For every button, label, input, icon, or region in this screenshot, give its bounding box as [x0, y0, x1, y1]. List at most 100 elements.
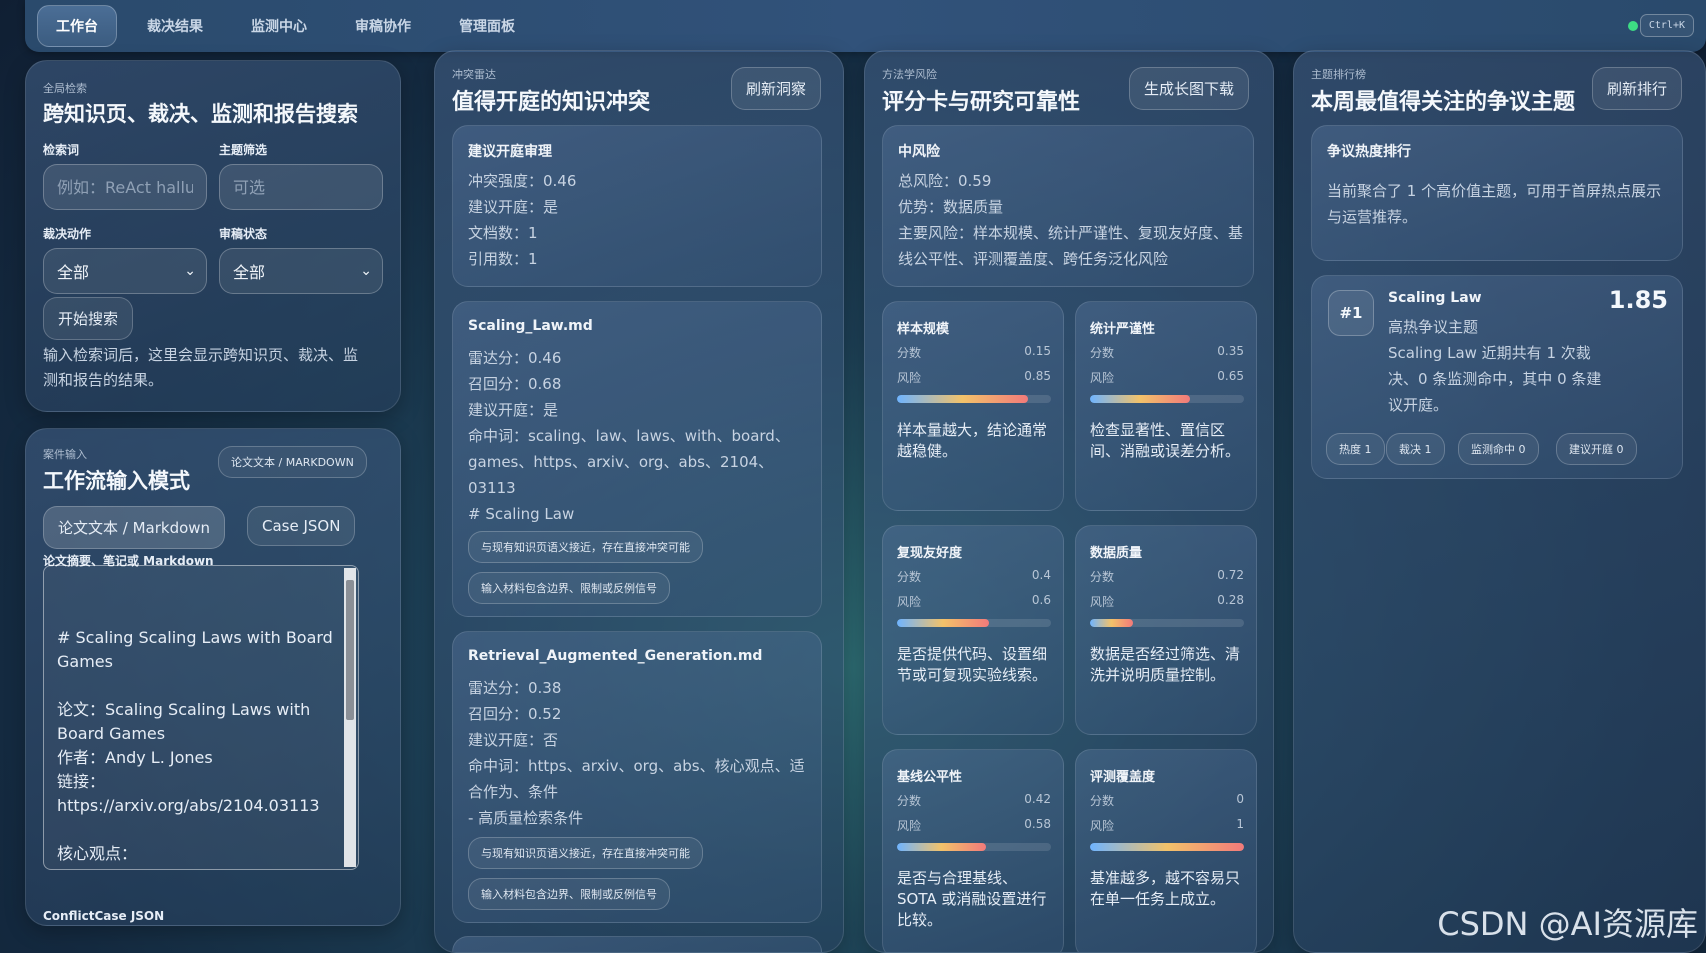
ranking-intro-card: 争议热度排行 当前聚合了 1 个高价值主题，可用于首屏热点展示与运营推荐。 [1311, 125, 1683, 261]
ranking-intro-title: 争议热度排行 [1327, 144, 1411, 160]
metric-risk-bar [897, 395, 1051, 403]
watermark: CSDN @AI资源库 [1437, 905, 1698, 943]
metric-risk-row: 风险 0.6 [897, 593, 1051, 610]
conflict-item-excerpt: - 高质量检索条件 [468, 809, 584, 827]
metric-risk-bar-fill [1090, 395, 1191, 403]
metric-name: 评测覆盖度 [1090, 770, 1156, 785]
topic-ranking-panel: 主题排行榜 本周最值得关注的争议主题 刷新排行 争议热度排行 当前聚合了 1 个… [1293, 50, 1706, 953]
metric-score-value: 0.4 [1031, 568, 1051, 582]
metric-card: 数据质量 分数 0.72 风险 0.28 数据是否经过筛选、清洗并说明质量控制。 [1075, 525, 1257, 735]
metric-score-row: 分数 0 [1090, 792, 1244, 809]
conflict-item-line: 建议开庭：是 [468, 401, 559, 419]
editor-scroll-thumb[interactable] [346, 580, 354, 720]
mode-markdown-button[interactable]: 论文文本 / Markdown [43, 506, 226, 549]
metric-description: 是否与合理基线、SOTA 或消融设置进行比较。 [897, 869, 1047, 929]
topic-subtitle: 高热争议主题 [1388, 318, 1479, 336]
metric-risk-bar-fill [1090, 843, 1244, 851]
conflict-item-line: 召回分：0.52 [468, 705, 562, 723]
metric-name: 复现友好度 [897, 546, 963, 561]
workflow-input-panel: 案件输入 工作流输入模式 论文文本 / MARKDOWN 论文文本 / Mark… [25, 428, 401, 926]
metric-card: 统计严谨性 分数 0.35 风险 0.65 检查显著性、置信区间、消融或误差分析。 [1075, 301, 1257, 511]
conflict-summary-line: 引用数：1 [468, 250, 538, 268]
metric-name: 数据质量 [1090, 546, 1143, 561]
risk-summary-line: 总风险：0.59 [898, 172, 992, 190]
ranking-intro-text: 当前聚合了 1 个高价值主题，可用于首屏热点展示与运营推荐。 [1327, 182, 1662, 226]
metric-risk-value: 0.65 [1217, 369, 1244, 383]
search-input[interactable] [43, 164, 207, 210]
risk-summary-card: 中风险 总风险：0.59 优势：数据质量 主要风险：样本规模、统计严谨性、复现友… [882, 125, 1254, 287]
metric-name: 统计严谨性 [1090, 322, 1156, 337]
metric-score-label: 分数 [897, 570, 922, 584]
topic-name: Scaling Law [1388, 290, 1482, 306]
tab-monitoring[interactable]: 监测中心 [233, 6, 325, 46]
metric-risk-value: 0.6 [1031, 593, 1051, 607]
conflict-item-keywords: 命中词：https、arxiv、org、abs、核心观点、适合作为、条件 [468, 757, 805, 801]
risk-summary-line: 主要风险：样本规模、统计严谨性、复现友好度、基线公平性、评测覆盖度、跨任务泛化风… [898, 224, 1244, 268]
conflict-item-line: 雷达分：0.46 [468, 349, 562, 367]
metric-score-label: 分数 [897, 346, 922, 360]
methodology-panel: 方法学风险 评分卡与研究可靠性 生成长图下载 中风险 总风险：0.59 优势：数… [864, 50, 1274, 953]
topic-chip: 监测命中 0 [1458, 433, 1539, 465]
metric-score-row: 分数 0.4 [897, 568, 1051, 585]
action-label: 裁决动作 [43, 227, 92, 241]
metric-score-value: 0.72 [1217, 568, 1244, 582]
metric-risk-value: 0.28 [1217, 593, 1244, 607]
refresh-insights-button[interactable]: 刷新洞察 [731, 67, 822, 110]
review-status-select-value: 全部 [233, 263, 266, 282]
metric-score-label: 分数 [1090, 794, 1115, 808]
conflict-item-line: 建议开庭：否 [468, 731, 559, 749]
tab-admin[interactable]: 管理面板 [441, 6, 533, 46]
conflict-item-card[interactable]: Scaling_Law.md 雷达分：0.46 召回分：0.68 建议开庭：是 … [452, 301, 822, 617]
metric-risk-label: 风险 [897, 371, 922, 385]
metric-description: 基准越多，越不容易只在单一任务上成立。 [1090, 869, 1241, 908]
metric-score-label: 分数 [1090, 346, 1115, 360]
risk-level-title: 中风险 [898, 144, 940, 160]
review-status-select[interactable]: 全部 ⌄ [219, 248, 383, 294]
conflict-item-card[interactable]: Retrieval_Augmented_Generation.md 雷达分：0.… [452, 631, 822, 923]
conflictcase-json-label: ConflictCase JSON [43, 909, 165, 923]
conflict-item-line: 召回分：0.68 [468, 375, 562, 393]
topic-label: 主题筛选 [219, 143, 268, 157]
chevron-down-icon: ⌄ [360, 263, 372, 279]
command-shortcut-button[interactable]: Ctrl+K [1639, 14, 1694, 37]
conflict-item-card[interactable] [452, 936, 822, 952]
topic-score: 1.85 [1608, 286, 1668, 314]
ranking-eyebrow: 主题排行榜 [1311, 68, 1366, 81]
mode-badge: 论文文本 / MARKDOWN [218, 446, 367, 478]
conflict-item-line: 雷达分：0.38 [468, 679, 562, 697]
rank-badge: #1 [1328, 290, 1374, 336]
mode-case-json-button[interactable]: Case JSON [247, 506, 356, 546]
metric-risk-bar [897, 619, 1051, 627]
methodology-eyebrow: 方法学风险 [882, 68, 937, 81]
conflict-summary-line: 文档数：1 [468, 224, 538, 242]
ranking-title: 本周最值得关注的争议主题 [1311, 90, 1576, 115]
query-label: 检索词 [43, 143, 80, 157]
metric-score-row: 分数 0.15 [897, 344, 1051, 361]
metric-risk-bar-fill [897, 395, 1028, 403]
topic-chip: 热度 1 [1326, 433, 1385, 465]
action-select[interactable]: 全部 ⌄ [43, 248, 207, 294]
metric-risk-value: 1 [1236, 817, 1244, 831]
conflicts-eyebrow: 冲突雷达 [452, 68, 496, 81]
start-search-button[interactable]: 开始搜索 [43, 297, 134, 340]
conflict-signal-tag: 输入材料包含边界、限制或反例信号 [468, 878, 670, 910]
tab-verdicts[interactable]: 裁决结果 [129, 6, 221, 46]
topic-rank-card[interactable]: #1 Scaling Law 1.85 高热争议主题 Scaling Law 近… [1311, 275, 1683, 479]
metric-risk-value: 0.85 [1024, 369, 1051, 383]
conflict-radar-panel: 冲突雷达 值得开庭的知识冲突 刷新洞察 建议开庭审理 冲突强度：0.46 建议开… [434, 50, 844, 953]
topic-filter-input[interactable] [219, 164, 383, 210]
top-nav-bar: 工作台 裁决结果 监测中心 审稿协作 管理面板 Ctrl+K [25, 0, 1706, 52]
metric-card: 基线公平性 分数 0.42 风险 0.58 是否与合理基线、SOTA 或消融设置进行比较。 [882, 749, 1064, 952]
metric-score-value: 0.15 [1024, 344, 1051, 358]
methodology-title: 评分卡与研究可靠性 [882, 90, 1081, 115]
metric-risk-label: 风险 [897, 595, 922, 609]
tab-review[interactable]: 审稿协作 [337, 6, 429, 46]
status-indicator [1628, 21, 1638, 31]
metric-card: 样本规模 分数 0.15 风险 0.85 样本量越大，结论通常越稳健。 [882, 301, 1064, 511]
tab-workbench[interactable]: 工作台 [37, 5, 117, 47]
metric-risk-bar [897, 843, 1051, 851]
metric-description: 样本量越大，结论通常越稳健。 [897, 421, 1048, 460]
refresh-ranking-button[interactable]: 刷新排行 [1592, 67, 1683, 110]
paper-text-editor[interactable]: # Scaling Scaling Laws with Board Games … [43, 565, 359, 870]
generate-image-download-button[interactable]: 生成长图下载 [1129, 67, 1250, 110]
